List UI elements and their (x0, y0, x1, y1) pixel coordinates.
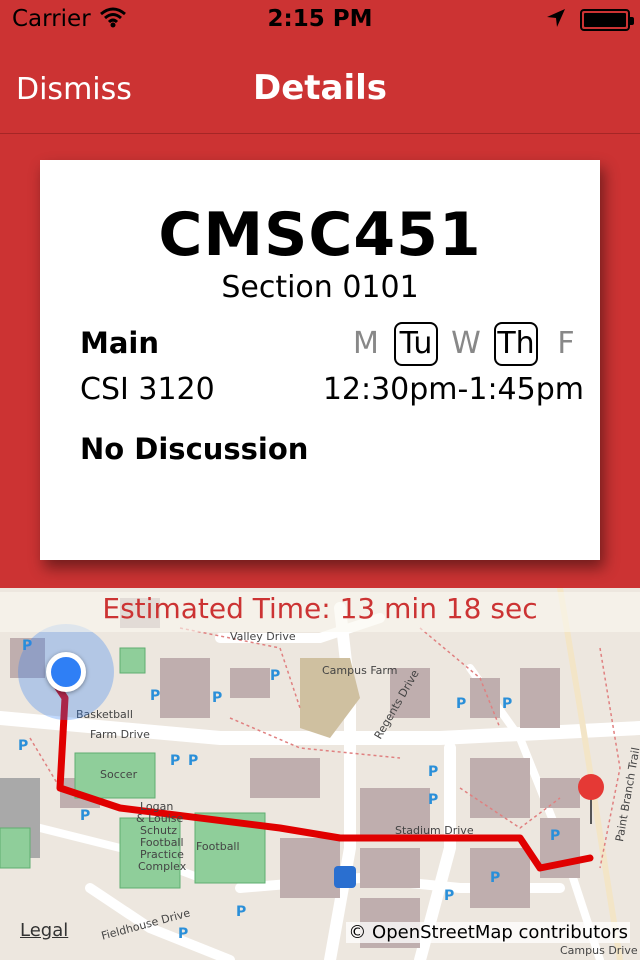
parking-icon: P (502, 696, 513, 712)
map-attribution: © OpenStreetMap contributors (346, 922, 630, 943)
day-thursday: Th (494, 322, 538, 366)
battery-icon (580, 9, 634, 31)
parking-icon: P (550, 828, 561, 844)
discussion-label: No Discussion (80, 432, 309, 466)
user-location-icon[interactable] (46, 652, 86, 692)
destination-pin-icon[interactable] (578, 774, 604, 800)
parking-icon: P (150, 688, 161, 704)
map-label-complex: Complex (138, 860, 187, 873)
time-range-label: 12:30pm-1:45pm (322, 372, 584, 407)
meeting-days: M Tu W Th F (344, 322, 588, 366)
parking-icon: P (444, 888, 455, 904)
navigation-bar: Dismiss Details (0, 40, 640, 134)
course-detail-card: CMSC451 Section 0101 Main M Tu W Th F CS… (40, 160, 600, 560)
parking-icon: P (490, 870, 501, 886)
parking-icon: P (428, 764, 439, 780)
bus-stop-icon (334, 866, 356, 888)
estimated-time-label: Estimated Time: 13 min 18 sec (0, 592, 640, 632)
parking-icon: P (212, 690, 223, 706)
parking-icon: P (178, 926, 189, 942)
parking-icon: P (170, 753, 181, 769)
status-bar: Carrier 2:15 PM (0, 0, 640, 40)
map-label-stadium-drive: Stadium Drive (395, 824, 474, 837)
map-label-soccer: Soccer (100, 768, 138, 781)
section-label: Section 0101 (221, 270, 419, 305)
day-tuesday: Tu (394, 322, 438, 366)
parking-icon: P (188, 753, 199, 769)
status-time: 2:15 PM (267, 6, 373, 32)
map-label-football: Football (196, 840, 240, 853)
course-code: CMSC451 (158, 200, 482, 270)
page-title: Details (252, 68, 388, 108)
parking-icon: P (18, 738, 29, 754)
map-label-campus-farm: Campus Farm (322, 664, 398, 677)
map-label-farm-drive: Farm Drive (90, 728, 150, 741)
parking-icon: P (428, 792, 439, 808)
parking-icon: P (236, 904, 247, 920)
room-label: CSI 3120 (80, 372, 215, 407)
parking-icon: P (270, 668, 281, 684)
day-monday: M (353, 326, 379, 361)
parking-icon: P (456, 696, 467, 712)
route-map[interactable]: Valley Drive Campus Farm Regents Drive B… (0, 588, 640, 960)
parking-icon: P (80, 808, 91, 824)
status-right (546, 8, 634, 32)
meeting-type-label: Main (80, 326, 160, 360)
day-friday: F (557, 326, 575, 361)
legal-link[interactable]: Legal (20, 920, 68, 941)
location-arrow-icon (546, 8, 566, 32)
day-wednesday: W (451, 326, 481, 361)
map-label-campus-drive: Campus Drive (560, 944, 638, 957)
